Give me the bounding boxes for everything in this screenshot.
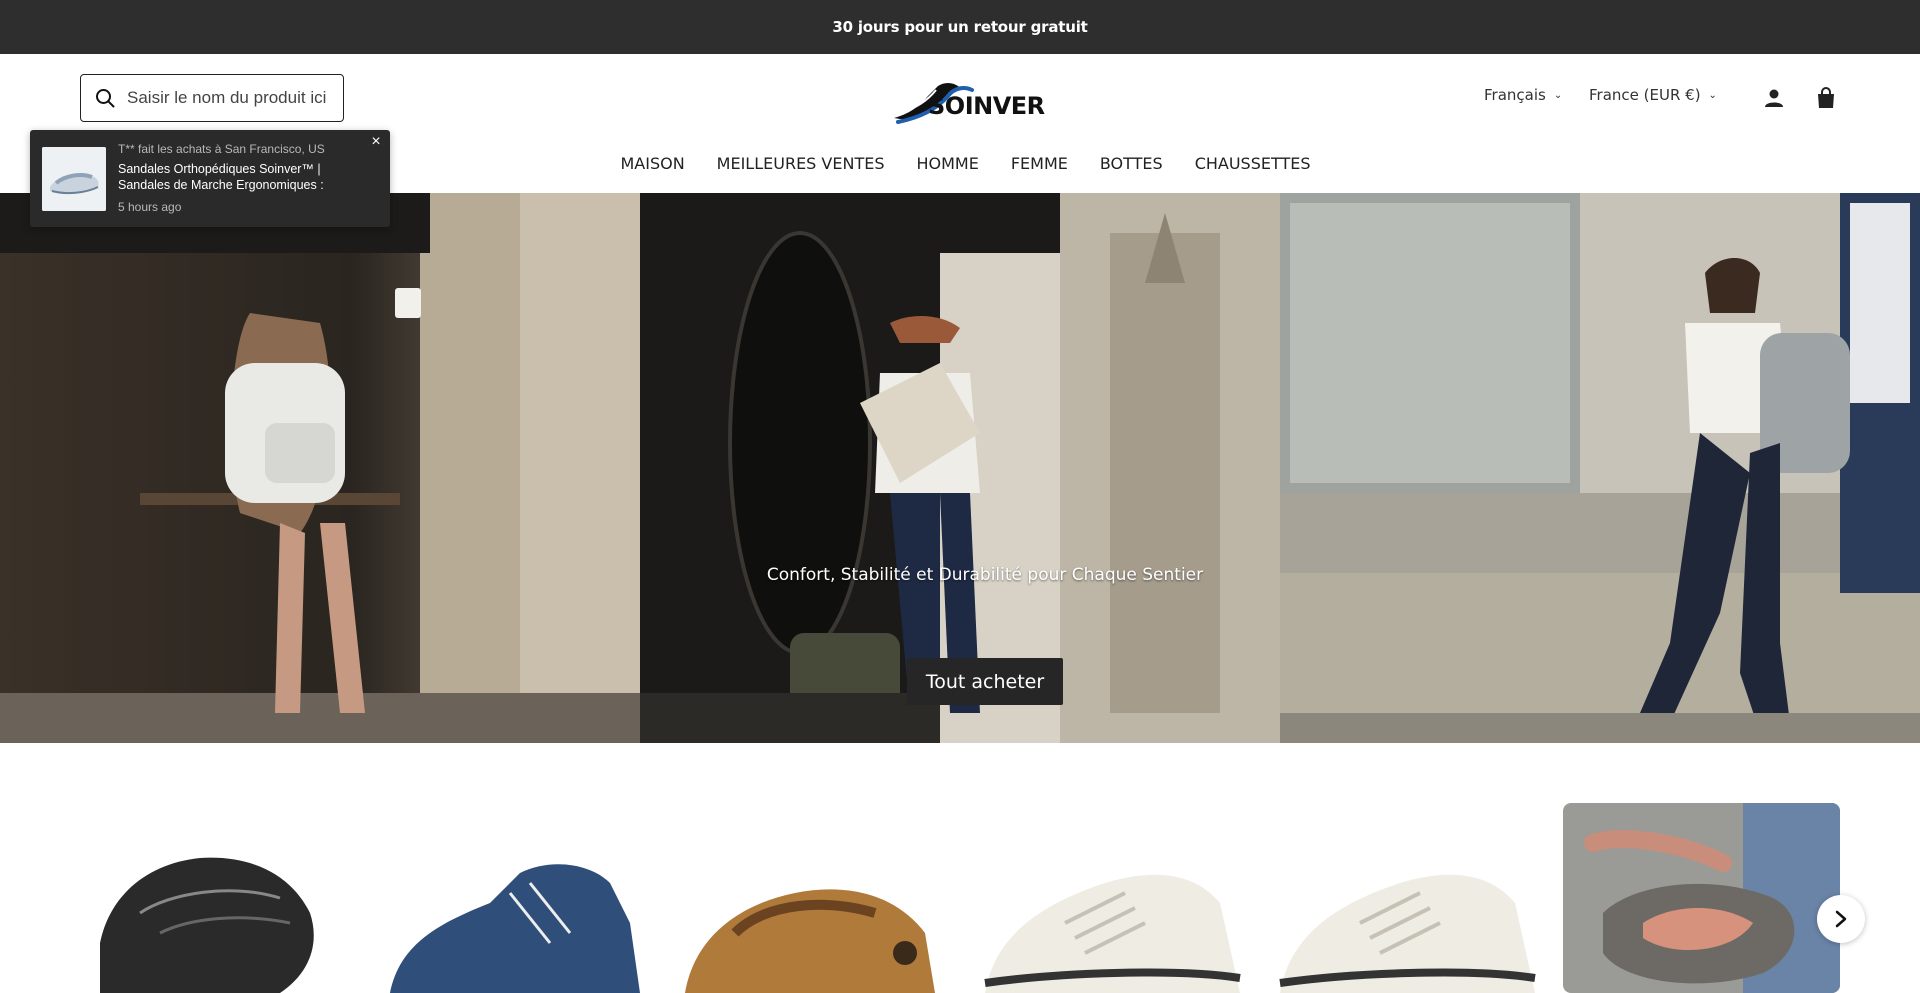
region-selector[interactable]: France (EUR €) ⌄: [1589, 86, 1717, 104]
language-selector[interactable]: Français ⌄: [1484, 86, 1562, 104]
hero-caption: Confort, Stabilité et Durabilité pour Ch…: [766, 565, 1204, 585]
product-card-image[interactable]: [1270, 803, 1550, 993]
chevron-down-icon: ⌄: [1708, 89, 1717, 101]
chevron-down-icon: ⌄: [1553, 89, 1563, 101]
toast-product-image: [42, 147, 106, 211]
account-button[interactable]: [1760, 84, 1788, 112]
site-logo[interactable]: SOINVER: [888, 68, 1045, 128]
product-card-image[interactable]: [675, 803, 955, 993]
hero-image-left: [0, 193, 640, 743]
cart-icon: [1818, 87, 1834, 108]
hero-banner: Confort, Stabilité et Durabilité pour Ch…: [0, 193, 1920, 743]
recent-purchase-toast[interactable]: T** fait les achats à San Francisco, US …: [30, 130, 390, 227]
cart-button[interactable]: [1812, 84, 1840, 112]
language-label: Français: [1484, 86, 1546, 104]
product-card-image[interactable]: [1563, 803, 1840, 993]
nav-item-femme[interactable]: FEMME: [1011, 154, 1068, 173]
product-card-image[interactable]: [80, 803, 360, 993]
nav-item-homme[interactable]: HOMME: [916, 154, 978, 173]
hero-image-right: [1280, 193, 1920, 743]
chevron-right-icon: [1835, 910, 1847, 928]
search-input[interactable]: [127, 88, 327, 108]
nav-item-maison[interactable]: MAISON: [620, 154, 684, 173]
announcement-text: 30 jours pour un retour gratuit: [832, 18, 1088, 36]
nav-item-chaussettes[interactable]: CHAUSSETTES: [1195, 154, 1311, 173]
product-carousel: [0, 743, 1920, 993]
logo-text: SOINVER: [928, 92, 1045, 120]
carousel-next-button[interactable]: [1817, 895, 1865, 943]
close-icon[interactable]: ×: [368, 134, 384, 150]
shop-all-button[interactable]: Tout acheter: [907, 658, 1063, 705]
region-label: France (EUR €): [1589, 86, 1701, 104]
account-icon: [1765, 89, 1783, 107]
product-card-image[interactable]: [380, 803, 660, 993]
search-icon[interactable]: [95, 88, 115, 108]
nav-item-meilleures-ventes[interactable]: MEILLEURES VENTES: [717, 154, 885, 173]
product-card-image[interactable]: [975, 803, 1255, 993]
toast-product-name[interactable]: Sandales Orthopédiques Soinver™ | Sandal…: [118, 161, 373, 193]
toast-time: 5 hours ago: [118, 200, 182, 214]
toast-location: T** fait les achats à San Francisco, US: [118, 142, 325, 156]
search-box[interactable]: [80, 74, 344, 122]
announcement-bar: 30 jours pour un retour gratuit: [0, 0, 1920, 54]
nav-item-bottes[interactable]: BOTTES: [1100, 154, 1163, 173]
